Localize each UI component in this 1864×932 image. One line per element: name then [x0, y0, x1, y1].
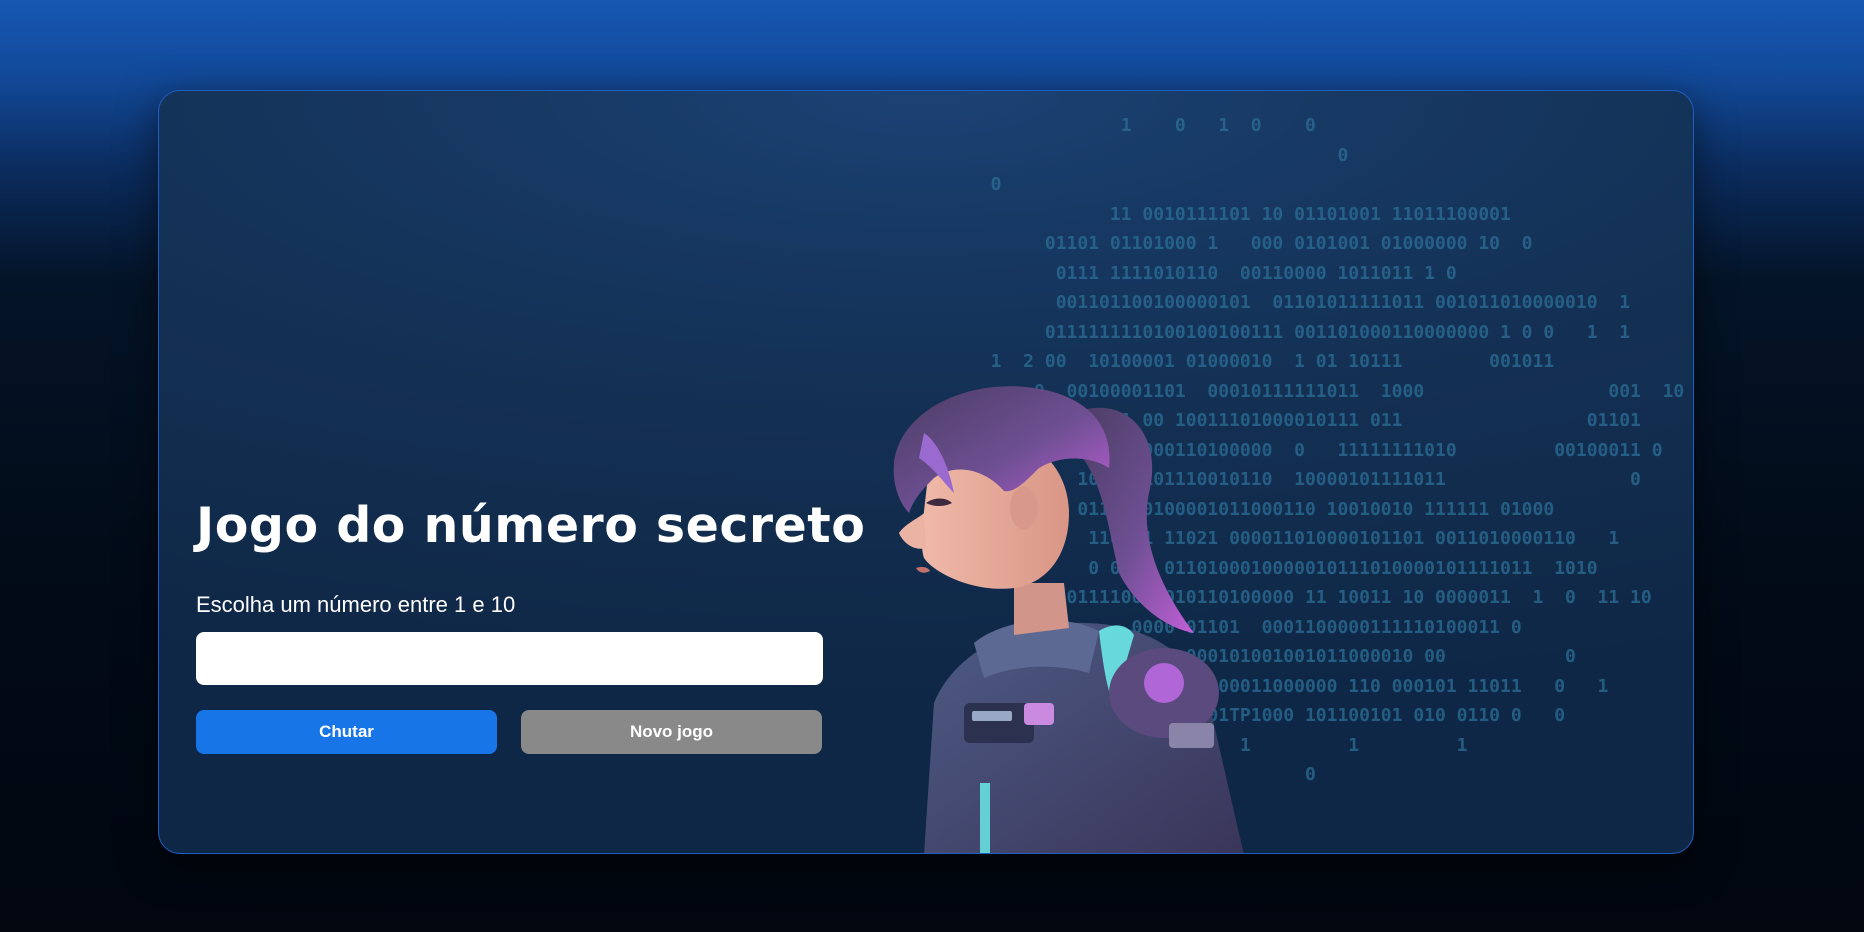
instruction-label: Escolha um número entre 1 e 10: [196, 592, 516, 617]
binary-line: 01101 01101000 1 000 0101001 01000000 10…: [969, 233, 1533, 254]
astronaut-girl-illustration: [893, 386, 1244, 853]
page-title: Jogo do número secreto: [196, 497, 866, 554]
binary-line: 0111111110100100100111 00110100011000000…: [969, 321, 1631, 343]
guess-input[interactable]: [196, 632, 823, 685]
binary-line: 1 0 1 0 0: [969, 115, 1316, 136]
guess-button[interactable]: Chutar: [196, 710, 497, 754]
game-container: 1 0 1 0 0 0 0 11 0010111101 10 01101001 …: [158, 90, 1694, 854]
binary-line: 0: [969, 144, 1349, 166]
binary-line: 0111 1111010110 00110000 1011011 1 0: [969, 262, 1457, 284]
binary-line: 0: [969, 174, 1002, 195]
binary-line: 11 0010111101 10 01101001 11011100001: [969, 203, 1511, 225]
new-game-button[interactable]: Novo jogo: [521, 710, 822, 754]
button-row: Chutar Novo jogo: [196, 710, 823, 754]
game-panel: Jogo do número secreto Escolha um número…: [196, 496, 866, 754]
binary-line: 001101100100000101 01101011111011 001011…: [969, 292, 1631, 313]
